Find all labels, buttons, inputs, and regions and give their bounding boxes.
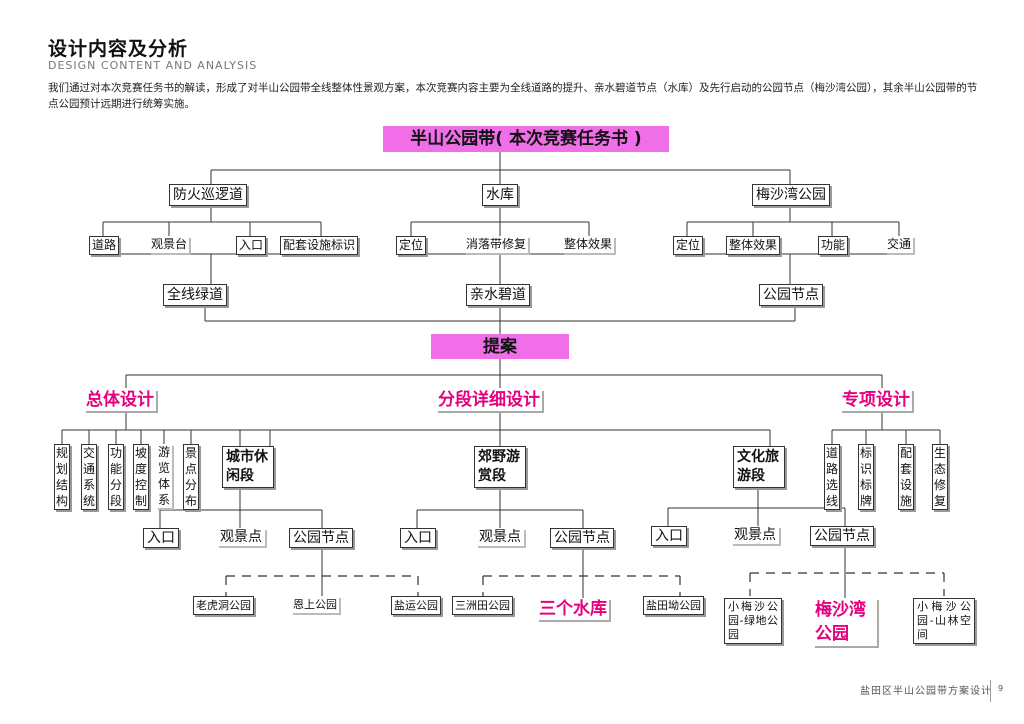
branch-reservoir: 水库 [482,184,518,206]
result-waterfront-greenway: 亲水碧道 [466,284,530,306]
seg2-viewpoint: 观景点 [476,528,524,546]
park-three-reservoirs: 三个水库 [537,598,609,620]
item-facilities-signage: 配套设施标识 [280,236,359,255]
category-section-detail-design: 分段详细设计 [436,389,542,411]
item-road: 道路 [89,236,120,255]
overall-item-tour-system: 游览体系 [156,444,172,508]
park-laohudong: 老虎洞公园 [193,596,254,615]
special-item-road-alignment: 道路选线 [824,444,840,510]
result-greenway: 全线绿道 [163,284,227,306]
segment-urban-leisure: 城市休闲段 [222,446,274,488]
branch-fire-patrol-road: 防火巡逻道 [169,184,247,206]
park-xiaomeisha-green: 小梅沙公园-绿地公园 [724,598,782,644]
park-yanyun: 盐运公园 [391,596,441,615]
proposal-node: 提案 [431,334,569,359]
page-number: 9 [998,684,1004,693]
root-node: 半山公园带( 本次竞赛任务书 ) [383,126,669,152]
overall-item-transport-system: 交通系统 [81,444,97,510]
park-xiaomeisha-forest: 小梅沙公园-山林空间 [913,598,975,644]
special-item-facilities: 配套设施 [898,444,914,510]
item-function: 功能 [818,236,849,255]
item-drawdown-zone-restoration: 消落带修复 [464,236,529,253]
seg2-park-node: 公园节点 [550,528,614,548]
segment-cultural-tourism: 文化旅游段 [733,446,785,488]
overall-item-planning-structure: 规划结构 [54,444,70,510]
seg1-entrance: 入口 [143,528,179,548]
seg1-viewpoint: 观景点 [217,528,265,546]
park-yantianao: 盐田坳公园 [643,596,704,615]
item-entrance: 入口 [236,236,267,255]
seg3-park-node: 公园节点 [810,526,874,546]
park-sanzhoutian: 三洲田公园 [452,596,513,615]
special-item-signage: 标识标牌 [858,444,874,510]
result-park-node: 公园节点 [759,284,823,306]
segment-suburban-sightseeing: 郊野游赏段 [474,446,526,488]
item-overall-effect: 整体效果 [562,236,615,253]
seg2-entrance: 入口 [400,528,436,548]
category-special-design: 专项设计 [840,389,912,411]
special-item-ecological-restoration: 生态修复 [932,444,948,510]
branch-meisha-bay-park: 梅沙湾公园 [752,184,830,206]
item-traffic: 交通 [885,236,914,253]
item-viewing-platform: 观景台 [149,236,190,253]
park-enshang: 恩上公园 [291,596,339,613]
overall-item-slope-control: 坡度控制 [133,444,149,510]
seg1-park-node: 公园节点 [289,528,353,548]
item-positioning: 定位 [396,236,427,255]
item-overall-effect: 整体效果 [726,236,781,255]
category-overall-design: 总体设计 [84,389,156,411]
footer-project-name: 盐田区半山公园带方案设计 [860,686,992,697]
footer-divider [990,680,991,702]
seg3-entrance: 入口 [651,526,687,546]
overall-item-scenic-distribution: 景点分布 [183,444,199,510]
park-meisha-bay: 梅沙湾公园 [813,598,877,646]
seg3-viewpoint: 观景点 [731,526,779,544]
item-positioning: 定位 [673,236,704,255]
overall-item-function-zoning: 功能分段 [108,444,124,510]
